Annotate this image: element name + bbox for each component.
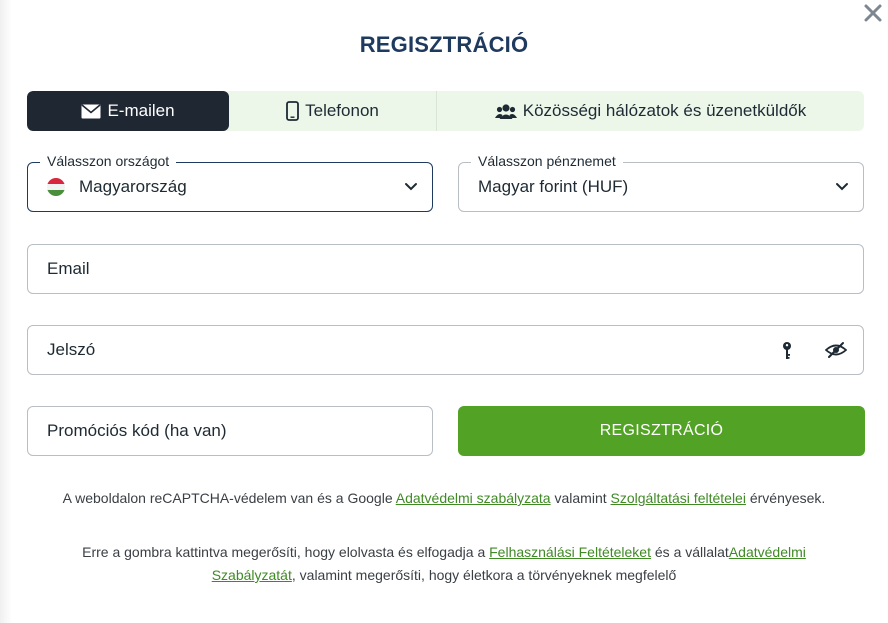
tab-social-label: Közösségi hálózatok és üzenetküldők	[522, 101, 807, 120]
consent-note-text: , valamint megerősíti, hogy életkora a t…	[291, 567, 677, 583]
country-select-label: Válasszon országot	[40, 153, 177, 169]
email-field[interactable]: Email	[27, 244, 864, 294]
email-field-placeholder: Email	[47, 259, 90, 278]
users-icon	[494, 103, 517, 119]
page-edge-shadow	[0, 0, 12, 623]
recaptcha-note-text: érvényesek.	[745, 490, 826, 506]
tab-email-label: E-mailen	[107, 101, 175, 120]
consent-note-text: Erre a gombra kattintva megerősíti, hogy…	[82, 544, 490, 560]
currency-select-value: Magyar forint (HUF)	[478, 177, 629, 196]
consent-note: Erre a gombra kattintva megerősíti, hogy…	[40, 541, 848, 587]
password-field[interactable]: Jelszó	[27, 325, 864, 375]
close-icon[interactable]	[862, 2, 884, 24]
currency-select[interactable]: Válasszon pénznemet Magyar forint (HUF)	[458, 153, 864, 212]
currency-select-label: Válasszon pénznemet	[471, 153, 623, 169]
dialog-title: REGISZTRÁCIÓ	[359, 32, 529, 57]
country-select-value: Magyarország	[79, 177, 187, 196]
google-privacy-link[interactable]: Adatvédelmi szabályzata	[396, 490, 551, 506]
recaptcha-note-text: A weboldalon reCAPTCHA-védelem van és a …	[62, 490, 396, 506]
recaptcha-note-text: valamint	[550, 490, 611, 506]
tab-phone[interactable]: Telefonon	[229, 91, 437, 131]
hungary-flag-icon	[47, 178, 65, 196]
promo-code-placeholder: Promóciós kód (ha van)	[47, 421, 227, 440]
terms-of-use-link[interactable]: Felhasználási Feltételeket	[489, 544, 651, 560]
registration-method-tabs: E-mailen Telefonon Közösségi hálózatok é…	[27, 91, 864, 131]
envelope-icon	[81, 103, 101, 118]
eye-slash-icon[interactable]	[825, 341, 847, 359]
tab-phone-label: Telefonon	[305, 101, 379, 120]
tab-social-networks[interactable]: Közösségi hálózatok és üzenetküldők	[437, 91, 864, 131]
promo-code-field[interactable]: Promóciós kód (ha van)	[27, 406, 433, 456]
register-button[interactable]: REGISZTRÁCIÓ	[458, 406, 865, 456]
tab-email[interactable]: E-mailen	[27, 91, 229, 131]
google-terms-link[interactable]: Szolgáltatási feltételei	[611, 490, 746, 506]
recaptcha-note: A weboldalon reCAPTCHA-védelem van és a …	[0, 487, 888, 510]
consent-note-text: és a vállalat	[651, 544, 729, 560]
chevron-down-icon	[405, 183, 417, 191]
password-field-placeholder: Jelszó	[47, 340, 96, 359]
chevron-down-icon	[836, 183, 848, 191]
country-select[interactable]: Válasszon országot Magyarország	[27, 153, 433, 212]
mobile-phone-icon	[286, 101, 300, 121]
key-icon[interactable]	[781, 341, 793, 361]
